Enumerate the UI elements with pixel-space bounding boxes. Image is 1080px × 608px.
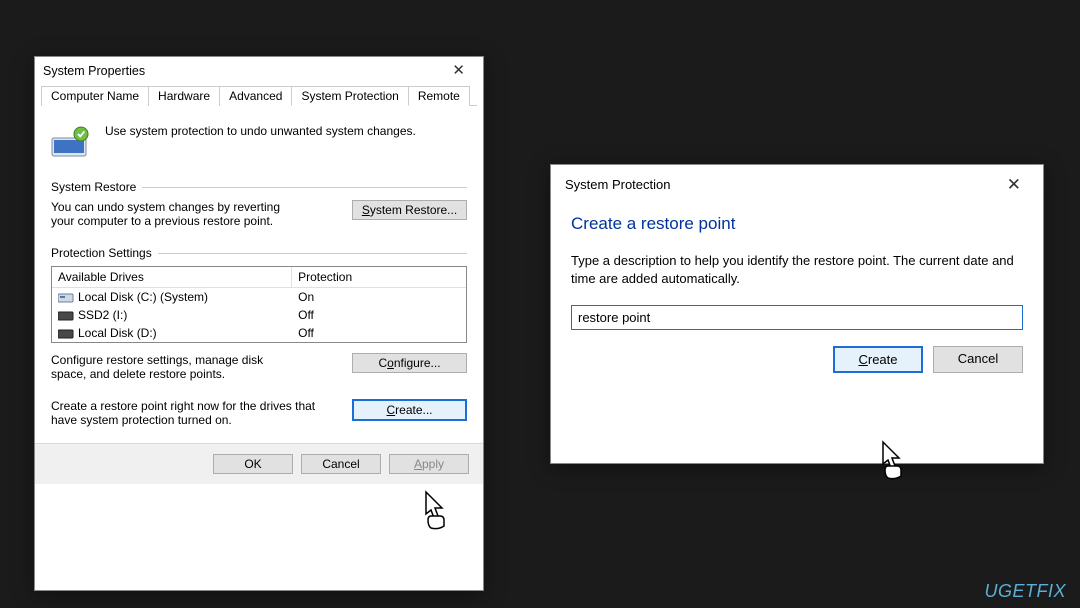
system-properties-dialog: System Properties ✕ Computer Name Hardwa… <box>34 56 484 591</box>
dialog-title: System Protection <box>565 177 671 192</box>
tab-strip: Computer Name Hardware Advanced System P… <box>41 85 477 106</box>
create-description: Create a restore point right now for the… <box>51 399 321 427</box>
cancel-button[interactable]: Cancel <box>933 346 1023 373</box>
create-restore-point-button[interactable]: Create... <box>352 399 467 421</box>
table-row[interactable]: Local Disk (C:) (System) On <box>52 288 466 306</box>
system-protection-dialog: System Protection ✕ Create a restore poi… <box>550 164 1044 464</box>
drive-icon <box>58 309 74 321</box>
cancel-button[interactable]: Cancel <box>301 454 381 474</box>
group-system-restore: System Restore <box>51 180 467 194</box>
create-restore-description: Type a description to help you identify … <box>571 252 1023 287</box>
dialog-footer: OK Cancel Apply <box>35 443 483 484</box>
dialog-body: Use system protection to undo unwanted s… <box>35 106 483 443</box>
drive-label: SSD2 (I:) <box>78 308 127 322</box>
restore-point-name-input[interactable] <box>571 305 1023 330</box>
drives-header: Available Drives Protection <box>52 267 466 288</box>
close-icon[interactable]: ✕ <box>442 62 475 79</box>
col-available-drives[interactable]: Available Drives <box>52 267 292 287</box>
tab-computer-name[interactable]: Computer Name <box>41 86 149 106</box>
tab-hardware[interactable]: Hardware <box>148 86 220 106</box>
dialog-body: Create a restore point Type a descriptio… <box>551 202 1043 346</box>
intro-text: Use system protection to undo unwanted s… <box>105 124 416 138</box>
tab-advanced[interactable]: Advanced <box>219 86 292 106</box>
system-restore-button[interactable]: System Restore... <box>352 200 467 220</box>
restore-description: You can undo system changes by reverting… <box>51 200 291 228</box>
group-caption-label: System Restore <box>51 180 136 194</box>
drive-label: Local Disk (D:) <box>78 326 157 340</box>
group-protection-settings: Protection Settings <box>51 246 467 260</box>
drive-protection: Off <box>292 325 466 341</box>
dialog-title: System Properties <box>43 64 145 78</box>
watermark: UGETFIX <box>984 581 1066 602</box>
table-row[interactable]: Local Disk (D:) Off <box>52 324 466 342</box>
system-protection-icon <box>51 124 93 158</box>
apply-button: Apply <box>389 454 469 474</box>
ok-button[interactable]: OK <box>213 454 293 474</box>
dialog-footer: Create Cancel <box>551 346 1043 391</box>
table-row[interactable]: SSD2 (I:) Off <box>52 306 466 324</box>
intro-row: Use system protection to undo unwanted s… <box>51 124 467 158</box>
titlebar: System Properties ✕ <box>35 57 483 81</box>
configure-description: Configure restore settings, manage disk … <box>51 353 301 381</box>
create-restore-heading: Create a restore point <box>571 214 1023 234</box>
drive-label: Local Disk (C:) (System) <box>78 290 208 304</box>
create-button[interactable]: Create <box>833 346 923 373</box>
configure-button[interactable]: Configure... <box>352 353 467 373</box>
drive-icon <box>58 291 74 303</box>
drive-protection: On <box>292 289 466 305</box>
tab-remote[interactable]: Remote <box>408 86 470 106</box>
titlebar: System Protection ✕ <box>551 165 1043 202</box>
drives-table: Available Drives Protection Local Disk (… <box>51 266 467 343</box>
group-caption-label: Protection Settings <box>51 246 152 260</box>
drive-protection: Off <box>292 307 466 323</box>
close-icon[interactable]: ✕ <box>997 175 1031 194</box>
drive-icon <box>58 327 74 339</box>
col-protection[interactable]: Protection <box>292 267 466 287</box>
tab-system-protection[interactable]: System Protection <box>291 86 408 106</box>
